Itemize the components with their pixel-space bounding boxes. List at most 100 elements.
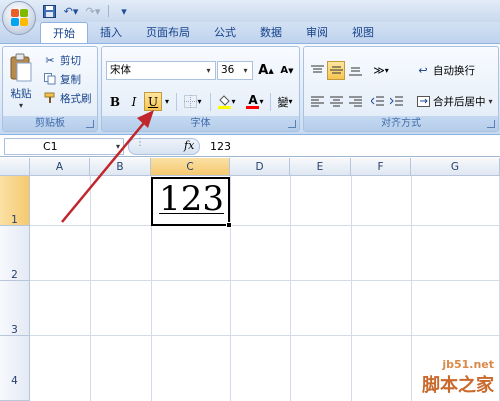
watermark-url: jb51.net [442, 358, 494, 371]
paste-button[interactable]: 粘贴 ▾ [7, 51, 35, 113]
font-size-dropdown-icon[interactable]: ▾ [240, 63, 251, 78]
copy-label: 复制 [60, 73, 81, 86]
cell-c1-value: 123 [159, 179, 224, 219]
align-bottom-icon [348, 67, 362, 76]
tab-data[interactable]: 数据 [248, 22, 294, 43]
save-icon[interactable] [40, 3, 58, 19]
align-top-icon [310, 65, 324, 73]
font-color-button[interactable]: A ▾ [242, 92, 268, 111]
gridline [30, 280, 500, 281]
row-header-4[interactable]: 4 [0, 336, 30, 401]
align-bottom-button[interactable] [346, 61, 364, 80]
row-header-3[interactable]: 3 [0, 281, 30, 336]
merge-center-label: 合并后居中 [433, 95, 486, 108]
font-name-combo[interactable]: 宋体 ▾ [106, 61, 216, 80]
fill-color-button[interactable]: ▾ [213, 92, 241, 111]
orientation-icon: ≫ [373, 64, 385, 77]
align-right-button[interactable] [346, 92, 364, 111]
column-header-f[interactable]: F [351, 158, 411, 176]
cut-label: 剪切 [60, 54, 81, 67]
scissors-icon: ✂ [45, 53, 55, 67]
align-left-button[interactable] [308, 92, 326, 111]
name-box-dropdown-icon[interactable]: ▾ [116, 139, 120, 154]
tab-review[interactable]: 审阅 [294, 22, 340, 43]
tab-home[interactable]: 开始 [40, 22, 88, 43]
paint-bucket-icon [219, 94, 231, 106]
italic-button[interactable]: I [125, 92, 143, 111]
font-name-dropdown-icon[interactable]: ▾ [203, 63, 214, 78]
column-header-g[interactable]: G [411, 158, 500, 176]
select-all-corner[interactable] [0, 158, 30, 176]
format-painter-button[interactable]: 格式刷 [43, 89, 92, 107]
wrap-text-button[interactable]: ↩ 自动换行 [416, 61, 475, 79]
name-box[interactable]: C1 ▾ [4, 138, 124, 155]
paste-label: 粘贴 [10, 88, 32, 100]
underline-button[interactable]: U [144, 92, 162, 111]
tab-page-layout[interactable]: 页面布局 [134, 22, 202, 43]
font-launcher-icon[interactable] [288, 120, 296, 128]
bold-button[interactable]: B [106, 92, 124, 111]
font-group: 宋体 ▾ 36 ▾ A ▲ A ▼ B I U ▾ ▾ ▾ A ▾ 變 ▾ 字体 [101, 46, 300, 132]
merge-center-dropdown-icon[interactable]: ▾ [489, 97, 493, 106]
align-center-button[interactable] [327, 92, 345, 111]
borders-icon [184, 95, 198, 108]
paste-icon [10, 53, 32, 82]
decrease-indent-icon [370, 96, 384, 106]
cell-c1[interactable]: 123 [151, 177, 232, 228]
column-header-d[interactable]: D [230, 158, 290, 176]
alignment-launcher-icon[interactable] [487, 120, 495, 128]
ribbon-tabs: 开始 插入 页面布局 公式 数据 审阅 视图 [40, 22, 386, 43]
font-separator [176, 93, 177, 111]
column-header-a[interactable]: A [30, 158, 90, 176]
cut-button[interactable]: ✂ 剪切 [43, 51, 81, 69]
undo-icon[interactable]: ↶▾ [62, 3, 80, 19]
wrap-text-label: 自动换行 [433, 64, 475, 77]
font-color-glyph: A [248, 92, 258, 107]
alignment-group: ≫ ▾ ↩ 自动换行 合并后居中 ▾ 对齐方式 [303, 46, 499, 132]
tab-insert[interactable]: 插入 [88, 22, 134, 43]
redo-icon[interactable]: ↷▾ [84, 3, 102, 19]
row-header-2[interactable]: 2 [0, 226, 30, 281]
alignment-group-label: 对齐方式 [304, 116, 498, 131]
font-color-swatch [246, 105, 260, 109]
column-header-c[interactable]: C [151, 158, 230, 176]
office-button[interactable] [2, 1, 36, 35]
fill-color-swatch [218, 105, 232, 109]
tab-formulas[interactable]: 公式 [202, 22, 248, 43]
merge-center-icon [416, 94, 430, 108]
orientation-button[interactable]: ≫ ▾ [368, 61, 394, 80]
increase-indent-icon [389, 96, 403, 106]
align-middle-button[interactable] [327, 61, 345, 80]
merge-center-button[interactable]: 合并后居中 ▾ [416, 92, 493, 110]
shrink-font-button[interactable]: A ▼ [278, 61, 296, 80]
formula-bar-handle-icon[interactable]: ⋮ [135, 137, 145, 148]
column-header-e[interactable]: E [290, 158, 351, 176]
watermark-name: 脚本之家 [422, 375, 494, 396]
row-header-1[interactable]: 1 [0, 176, 30, 226]
borders-button[interactable]: ▾ [180, 92, 206, 111]
align-right-icon [348, 96, 362, 107]
decrease-indent-button[interactable] [368, 92, 386, 111]
increase-indent-button[interactable] [387, 92, 405, 111]
font-name-value: 宋体 [110, 64, 131, 76]
font-separator-2 [210, 93, 211, 111]
clipboard-launcher-icon[interactable] [86, 120, 94, 128]
paste-dropdown-icon: ▾ [18, 101, 23, 110]
underline-dropdown-icon[interactable]: ▾ [162, 92, 172, 111]
copy-button[interactable]: 复制 [43, 70, 81, 88]
font-size-combo[interactable]: 36 ▾ [217, 61, 253, 80]
office-logo-icon [11, 9, 29, 27]
fill-handle[interactable] [226, 222, 232, 228]
gridline [351, 176, 352, 401]
font-size-value: 36 [221, 64, 235, 76]
align-top-button[interactable] [308, 61, 326, 80]
grow-font-button[interactable]: A ▲ [257, 61, 275, 80]
customize-qat-icon[interactable]: ▾ [115, 3, 133, 19]
formula-input[interactable]: 123 [210, 140, 231, 153]
column-header-b[interactable]: B [90, 158, 151, 176]
insert-function-button[interactable]: fx [184, 139, 194, 152]
tab-view[interactable]: 视图 [340, 22, 386, 43]
gridline [411, 176, 412, 401]
phonetic-guide-button[interactable]: 變 ▾ [273, 92, 297, 111]
ribbon: 粘贴 ▾ ✂ 剪切 复制 格式刷 剪贴板 宋体 ▾ 36 ▾ A ▲ A ▼ B… [0, 43, 500, 135]
